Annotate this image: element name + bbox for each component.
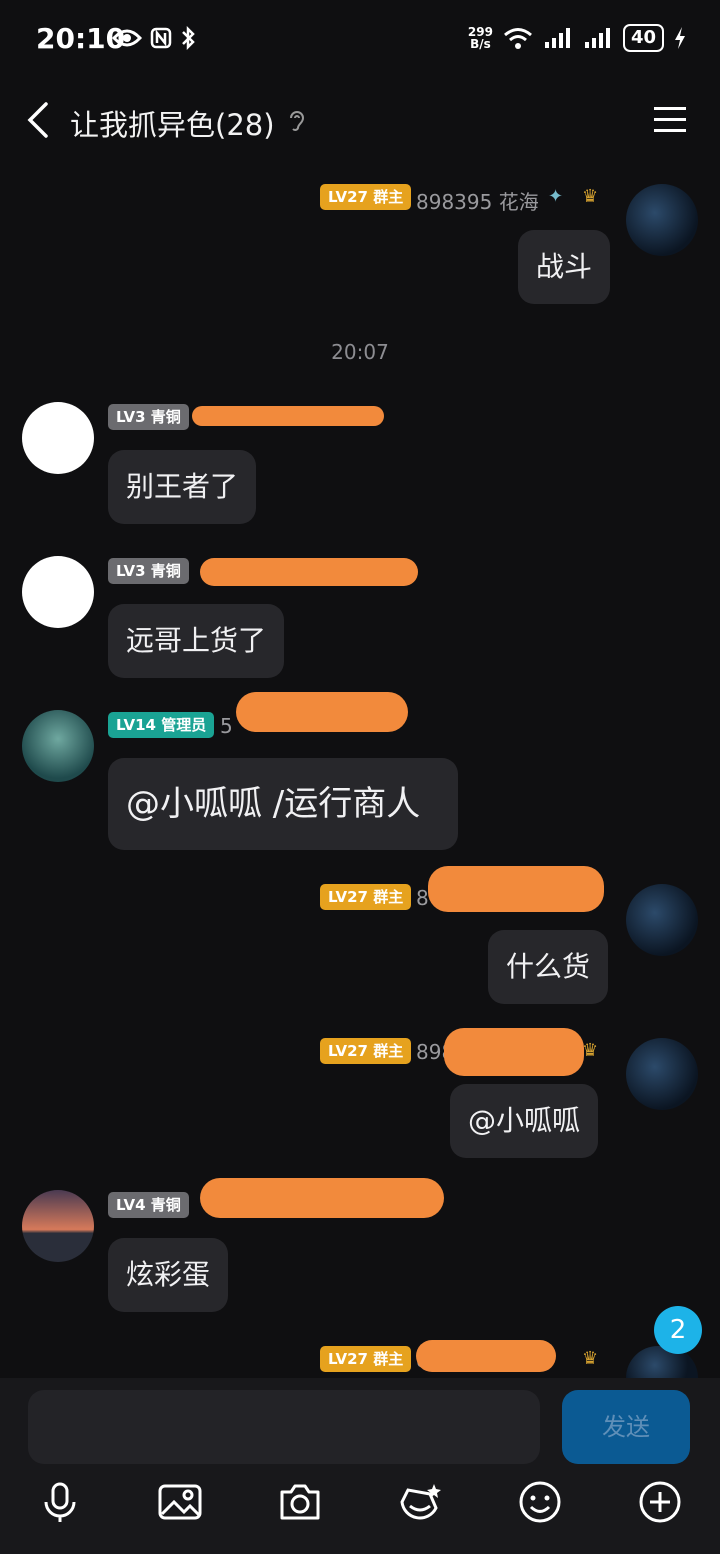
avatar[interactable] [626,1038,698,1110]
composer-bar: 发送 [0,1378,720,1554]
eye-icon [112,29,142,47]
avatar[interactable] [626,184,698,256]
level-badge: LV3 青铜 [108,404,189,430]
camera-icon[interactable] [276,1478,324,1526]
level-badge: LV27 群主 [320,1038,412,1064]
level-badge: LV3 青铜 [108,558,189,584]
status-bar: 20:10 299 B/s 40 [0,0,720,84]
status-left-icons [112,26,196,50]
send-button[interactable]: 发送 [562,1390,690,1464]
crown-icon: ♛ [582,1040,599,1061]
plus-icon[interactable] [636,1478,684,1526]
redaction-mark [200,1178,444,1218]
redaction-mark [236,692,408,732]
level-badge: LV14 管理员 [108,712,215,738]
composer-toolbar [0,1478,720,1538]
avatar[interactable] [626,884,698,956]
signal-icon-2 [584,28,610,48]
message-bubble[interactable]: @小呱呱 [450,1084,599,1158]
wifi-icon [503,28,532,49]
message-bubble[interactable]: 炫彩蛋 [108,1238,229,1312]
avatar[interactable] [22,556,94,628]
avatar[interactable] [22,402,94,474]
nfc-icon [150,27,172,49]
avatar[interactable] [22,710,94,782]
menu-icon[interactable] [654,106,686,134]
redaction-mark [444,1028,584,1076]
net-speed-unit: B/s [470,37,491,51]
message-bubble[interactable]: 别王者了 [108,450,257,524]
redaction-mark [416,1340,556,1372]
chat-title[interactable]: 让我抓异色(28) [70,102,275,144]
bluetooth-icon [182,26,195,50]
level-badge: LV4 青铜 [108,1192,189,1218]
battery-level: 40 [622,24,664,52]
message-input[interactable] [28,1390,540,1464]
image-icon[interactable] [156,1478,204,1526]
signal-icon [544,28,570,48]
crown-icon: ♛ [582,1348,599,1369]
sender-nickname[interactable]: 5 [220,714,233,738]
level-badge: LV27 群主 [320,1346,412,1372]
chat-header: 让我抓异色(28) [0,84,720,160]
message-bubble[interactable]: 战斗 [518,230,611,304]
sticker-icon[interactable] [396,1478,444,1526]
level-badge: LV27 群主 [320,884,412,910]
redaction-mark [192,406,384,426]
microphone-icon[interactable] [36,1478,84,1526]
dragon-icon: ✦ [548,186,564,207]
message-bubble[interactable]: @小呱呱 /运行商人 [108,758,459,850]
message-bubble[interactable]: 远哥上货了 [108,604,285,678]
level-badge: LV27 群主 [320,184,412,210]
unread-count-badge[interactable]: 2 [654,1306,702,1354]
status-right-icons: 299 B/s 40 [468,24,686,52]
charging-icon [675,27,685,49]
net-speed: 299 B/s [468,26,493,50]
back-arrow-icon[interactable] [24,100,54,140]
sender-nickname[interactable]: 898395 花海 [416,186,539,215]
redaction-mark [200,558,418,586]
message-bubble[interactable]: 什么货 [488,930,609,1004]
redaction-mark [428,866,604,912]
sender-nickname[interactable]: 8 [416,886,429,910]
emoji-icon[interactable] [516,1478,564,1526]
avatar[interactable] [22,1190,94,1262]
timestamp: 20:07 [331,340,389,364]
ear-icon[interactable] [288,108,306,134]
crown-icon: ♛ [582,186,599,207]
